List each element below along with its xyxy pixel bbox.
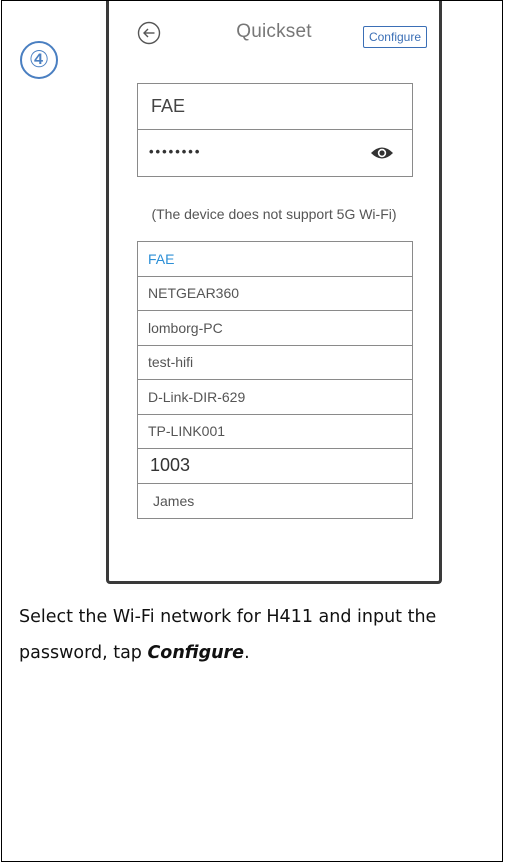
password-masked-value: •••••••• <box>149 144 202 159</box>
network-name: FAE <box>148 250 175 267</box>
network-name: lomborg-PC <box>148 319 223 336</box>
caption-configure-emphasis: Configure <box>147 643 245 663</box>
network-item[interactable]: FAE <box>138 242 412 277</box>
quickset-header: Quickset Configure <box>109 1 439 71</box>
network-item[interactable]: lomborg-PC <box>138 311 412 346</box>
caption-period: . <box>244 643 250 663</box>
step-number-badge: ④ <box>20 41 58 79</box>
network-item[interactable]: NETGEAR360 <box>138 277 412 311</box>
network-name: test-hifi <box>148 354 194 371</box>
network-item[interactable]: James <box>138 484 412 519</box>
network-name: D-Link-DIR-629 <box>148 388 246 405</box>
wifi-network-list: FAE NETGEAR360 lomborg-PC test-hifi D-Li… <box>137 241 413 519</box>
network-item[interactable]: test-hifi <box>138 346 412 380</box>
network-name: NETGEAR360 <box>148 285 240 302</box>
configure-button[interactable]: Configure <box>362 26 427 48</box>
ssid-field[interactable]: FAE <box>137 83 413 130</box>
network-item[interactable]: 1003 <box>138 449 412 484</box>
instruction-caption: Select the Wi-Fi network for H411 and in… <box>19 599 499 671</box>
password-field[interactable]: •••••••• <box>137 130 413 177</box>
phone-screen: Quickset Configure FAE •••••••• (The dev… <box>106 1 442 584</box>
ssid-value: FAE <box>151 96 186 116</box>
5g-support-note: (The device does not support 5G Wi-Fi) <box>151 206 397 222</box>
network-item[interactable]: TP-LINK001 <box>138 415 412 449</box>
instruction-cell: ④ Quickset Configure FAE •••••••• (The d… <box>1 0 503 862</box>
network-item[interactable]: D-Link-DIR-629 <box>138 380 412 415</box>
network-name: James <box>153 492 195 509</box>
network-name: 1003 <box>150 455 191 476</box>
eye-icon[interactable] <box>370 145 394 161</box>
network-name: TP-LINK001 <box>148 423 226 440</box>
